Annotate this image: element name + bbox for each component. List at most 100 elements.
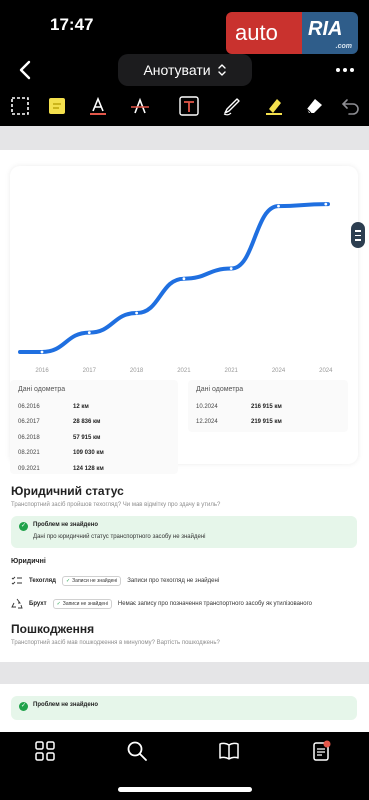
more-button[interactable] xyxy=(333,58,357,82)
inspection-badge: ✓ Записи не знайдені xyxy=(61,576,122,586)
x-tick-label: 2021 xyxy=(225,368,239,374)
odometer-row: 06.2018 57 915 км xyxy=(18,430,170,446)
odometer-value: 28 836 км xyxy=(73,419,101,426)
notice-text: Дані про юридичний статус транспортного … xyxy=(33,534,206,540)
odometer-value: 109 030 км xyxy=(73,450,104,457)
annotations-list-button[interactable] xyxy=(310,740,332,762)
logo-ria-text: RIA .com xyxy=(302,12,358,54)
selection-box-icon xyxy=(11,97,29,115)
scroll-handle[interactable] xyxy=(351,222,365,248)
odometer-value: 219 915 км xyxy=(251,419,282,426)
highlighter-icon xyxy=(266,99,282,115)
odometer-row: 08.2021 109 030 км xyxy=(18,446,170,462)
document-page-next: ✓ Проблем не знайдено xyxy=(0,684,369,732)
eraser-tool[interactable] xyxy=(302,94,326,118)
odometer-date: 12.2024 xyxy=(196,419,218,426)
odometer-row: 12.2024 219 915 км xyxy=(196,415,340,431)
x-tick-label: 2024 xyxy=(272,368,286,374)
textbox-icon xyxy=(179,96,199,116)
odometer-value: 216 915 км xyxy=(251,403,282,410)
check-icon: ✓ xyxy=(19,522,28,531)
logo-ria-word: RIA xyxy=(308,18,343,40)
scrap-label: Брухт xyxy=(29,601,47,607)
check-small-icon: ✓ xyxy=(65,578,71,584)
nav-bar: Анотувати xyxy=(0,50,369,90)
scrap-badge: ✓ Записи не знайдені xyxy=(52,599,112,609)
legal-status-title: Юридичний статус xyxy=(11,484,124,498)
x-tick-label: 2016 xyxy=(35,368,49,374)
text-tool[interactable] xyxy=(86,94,110,118)
note-tool[interactable] xyxy=(45,94,69,118)
pen-tool[interactable] xyxy=(220,94,244,118)
damage-notice: ✓ Проблем не знайдено xyxy=(11,696,357,720)
odometer-date: 06.2018 xyxy=(18,434,40,441)
more-dots-icon xyxy=(336,68,354,72)
notice-title: Проблем не знайдено xyxy=(33,522,98,528)
x-tick-label: 2021 xyxy=(177,368,191,374)
notice-title: Проблем не знайдено xyxy=(33,702,98,708)
back-button[interactable] xyxy=(14,58,38,82)
legal-status-subtitle: Транспортний засіб пройшов техогляд? Чи … xyxy=(11,502,221,508)
annotation-toolbar xyxy=(0,90,369,126)
odometer-table-right: Дані одометра 10.2024 216 915 км 12.2024 21… xyxy=(188,380,348,432)
odometer-date: 06.2017 xyxy=(18,419,40,426)
odometer-data-point xyxy=(229,267,233,270)
chevron-updown-icon xyxy=(217,64,226,76)
recycle-icon xyxy=(11,598,23,609)
highlighter-tool[interactable] xyxy=(262,94,286,118)
odometer-row: 06.2016 12 км xyxy=(18,399,170,415)
odometer-value: 57 915 км xyxy=(73,434,101,441)
x-tick-label: 2024 xyxy=(319,368,333,374)
document-list-icon xyxy=(313,740,331,761)
document-page: 2016 2017 2018 2021 2021 2024 2024 Дані одомет… xyxy=(0,150,369,662)
inspection-label: Техогляд xyxy=(29,578,56,584)
odometer-date: 10.2024 xyxy=(196,403,218,410)
sticky-note-icon xyxy=(49,98,65,114)
strikethrough-tool[interactable] xyxy=(128,94,152,118)
document-viewer[interactable]: 2016 2017 2018 2021 2021 2024 2024 Дані одомет… xyxy=(0,126,369,732)
odometer-data-point xyxy=(40,350,44,354)
book-icon xyxy=(219,742,239,760)
odometer-table-left: Дані одометра 06.2016 12 км 06.2017 28 836 … xyxy=(10,380,178,474)
search-button[interactable] xyxy=(126,740,148,762)
odometer-value: 124 128 км xyxy=(73,465,104,472)
odometer-date: 09.2021 xyxy=(18,465,40,472)
check-icon: ✓ xyxy=(19,702,28,711)
text-color-icon xyxy=(90,96,106,115)
nav-title: Анотувати xyxy=(143,62,211,78)
logo-auto-text: auto xyxy=(226,12,302,54)
home-indicator xyxy=(118,787,252,792)
legal-group-label: Юридичні xyxy=(11,558,46,565)
badge-text: Записи не знайдені xyxy=(72,578,118,584)
pen-icon xyxy=(223,98,240,116)
odometer-row: 09.2021 124 128 км xyxy=(18,461,170,477)
x-tick-label: 2018 xyxy=(130,368,144,374)
odometer-data-point xyxy=(182,277,186,281)
bottom-bar xyxy=(0,732,369,800)
legal-notice: ✓ Проблем не знайдено Дані про юридичний… xyxy=(11,516,357,548)
reader-button[interactable] xyxy=(218,740,240,762)
thumbnails-button[interactable] xyxy=(34,740,56,762)
damage-subtitle: Транспортний засіб мав пошкодження в мин… xyxy=(11,640,220,646)
odometer-date: 06.2016 xyxy=(18,403,40,410)
odometer-row: 10.2024 216 915 км xyxy=(196,399,340,415)
odometer-row: 06.2017 28 836 км xyxy=(18,415,170,431)
odometer-heading: Дані одометра xyxy=(18,386,66,393)
x-tick-label: 2017 xyxy=(83,368,97,374)
autoria-logo: auto RIA .com xyxy=(226,12,358,54)
search-icon xyxy=(127,741,147,761)
odometer-data-point xyxy=(324,202,328,206)
odometer-date: 08.2021 xyxy=(18,450,40,457)
scrap-row: Брухт ✓ Записи не знайдені Немає запису п… xyxy=(11,597,312,611)
odometer-series-line xyxy=(18,202,330,354)
strikethrough-icon xyxy=(131,97,149,114)
odometer-value: 12 км xyxy=(73,403,89,410)
inspection-text: Записи про техогляд не знайдені xyxy=(127,578,220,584)
annotate-mode-selector[interactable]: Анотувати xyxy=(118,54,252,86)
inspection-row: Техогляд ✓ Записи не знайдені Записи про … xyxy=(11,574,219,588)
select-tool[interactable] xyxy=(8,94,32,118)
odometer-heading: Дані одометра xyxy=(196,386,244,393)
check-small-icon: ✓ xyxy=(56,601,61,607)
textbox-tool[interactable] xyxy=(177,94,201,118)
undo-button[interactable] xyxy=(338,94,362,118)
